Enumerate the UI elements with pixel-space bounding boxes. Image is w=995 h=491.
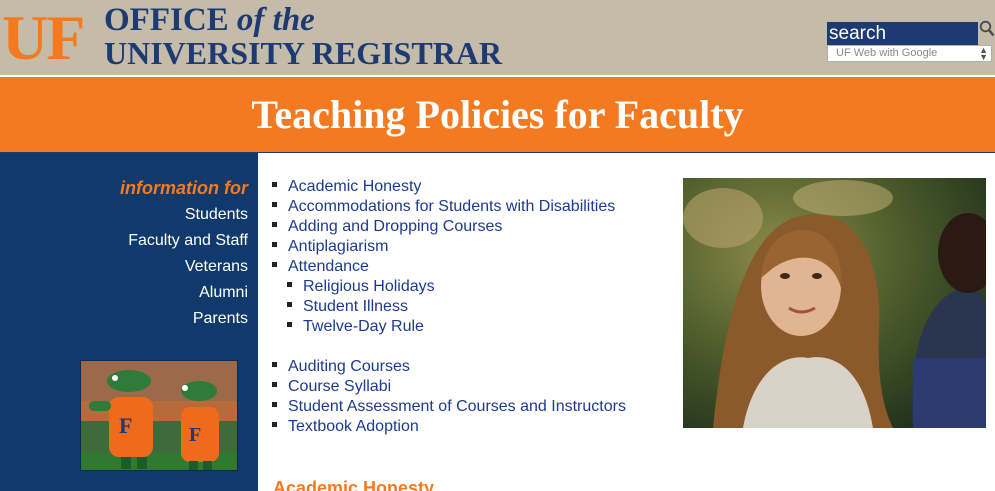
list-item: Attendance bbox=[272, 257, 626, 277]
list-item: Adding and Dropping Courses bbox=[272, 217, 626, 237]
list-item: Religious Holidays bbox=[272, 277, 626, 297]
link-twelve-day-rule[interactable]: Twelve-Day Rule bbox=[303, 318, 424, 335]
list-item: Student Illness bbox=[272, 297, 626, 317]
audience-links: Students Faculty and Staff Veterans Alum… bbox=[128, 202, 248, 332]
list-item: Auditing Courses bbox=[272, 357, 626, 377]
list-item: Textbook Adoption bbox=[272, 417, 626, 437]
link-textbook-adoption[interactable]: Textbook Adoption bbox=[288, 418, 419, 435]
svg-text:F: F bbox=[189, 424, 201, 446]
search-scope-value: UF Web with Google bbox=[836, 47, 938, 59]
link-course-syllabi[interactable]: Course Syllabi bbox=[288, 378, 391, 395]
bullet bbox=[272, 362, 277, 368]
main-content: Academic Honesty Accommodations for Stud… bbox=[258, 153, 995, 491]
bullet bbox=[287, 302, 292, 308]
section-heading: Academic Honesty bbox=[273, 478, 435, 491]
link-attendance[interactable]: Attendance bbox=[288, 258, 369, 275]
page-title: Teaching Policies for Faculty bbox=[251, 92, 744, 137]
site-title-line2[interactable]: UNIVERSITY REGISTRAR bbox=[104, 35, 502, 71]
link-accommodations[interactable]: Accommodations for Students with Disabil… bbox=[288, 198, 615, 215]
svg-text:F: F bbox=[119, 413, 132, 438]
list-item: Course Syllabi bbox=[272, 377, 626, 397]
bullet bbox=[272, 182, 277, 188]
uf-logo[interactable]: UF bbox=[2, 2, 85, 74]
bullet bbox=[272, 262, 277, 268]
bullet bbox=[272, 382, 277, 388]
list-item: Accommodations for Students with Disabil… bbox=[272, 197, 626, 217]
office-word: OFFICE bbox=[104, 2, 229, 38]
search-scope-select[interactable]: UF Web with Google ▲ ▼ bbox=[827, 45, 992, 62]
sidebar-link-veterans[interactable]: Veterans bbox=[128, 254, 248, 280]
bullet bbox=[287, 322, 292, 328]
of-the-text: of the bbox=[236, 2, 315, 38]
list-item: Twelve-Day Rule bbox=[272, 317, 626, 337]
site-title-line1[interactable]: OFFICE of the bbox=[104, 2, 315, 38]
link-antiplagiarism[interactable]: Antiplagiarism bbox=[288, 238, 388, 255]
list-item: Academic Honesty bbox=[272, 177, 626, 197]
list-item: Student Assessment of Courses and Instru… bbox=[272, 397, 626, 417]
link-student-illness[interactable]: Student Illness bbox=[303, 298, 408, 315]
bullet bbox=[272, 422, 277, 428]
sidebar-link-faculty-staff[interactable]: Faculty and Staff bbox=[128, 228, 248, 254]
student-photo bbox=[683, 178, 986, 428]
bullet bbox=[287, 282, 292, 288]
magnifier-icon[interactable] bbox=[979, 20, 995, 38]
policy-list: Academic Honesty Accommodations for Stud… bbox=[272, 177, 626, 437]
sidebar-link-parents[interactable]: Parents bbox=[128, 306, 248, 332]
link-adding-dropping[interactable]: Adding and Dropping Courses bbox=[288, 218, 502, 235]
sidebar: information for Students Faculty and Sta… bbox=[0, 153, 258, 491]
site-header: UF OFFICE of the UNIVERSITY REGISTRAR se… bbox=[0, 0, 995, 77]
bullet bbox=[272, 402, 277, 408]
sidebar-link-students[interactable]: Students bbox=[128, 202, 248, 228]
bullet bbox=[272, 222, 277, 228]
link-student-assessment[interactable]: Student Assessment of Courses and Instru… bbox=[288, 398, 626, 415]
list-item: Antiplagiarism bbox=[272, 237, 626, 257]
mascot-photo: F F bbox=[80, 360, 238, 471]
link-academic-honesty[interactable]: Academic Honesty bbox=[288, 178, 421, 195]
list-gap bbox=[272, 337, 626, 357]
link-auditing-courses[interactable]: Auditing Courses bbox=[288, 358, 410, 375]
select-arrows-icon: ▲ ▼ bbox=[979, 45, 988, 62]
bullet bbox=[272, 242, 277, 248]
search-box: search UF Web with Google ▲ ▼ bbox=[827, 22, 992, 62]
link-religious-holidays[interactable]: Religious Holidays bbox=[303, 278, 435, 295]
title-band: Teaching Policies for Faculty bbox=[0, 77, 995, 153]
bullet bbox=[272, 202, 277, 208]
search-label: search bbox=[827, 22, 978, 45]
information-for-label: information for bbox=[120, 178, 248, 198]
sidebar-link-alumni[interactable]: Alumni bbox=[128, 280, 248, 306]
